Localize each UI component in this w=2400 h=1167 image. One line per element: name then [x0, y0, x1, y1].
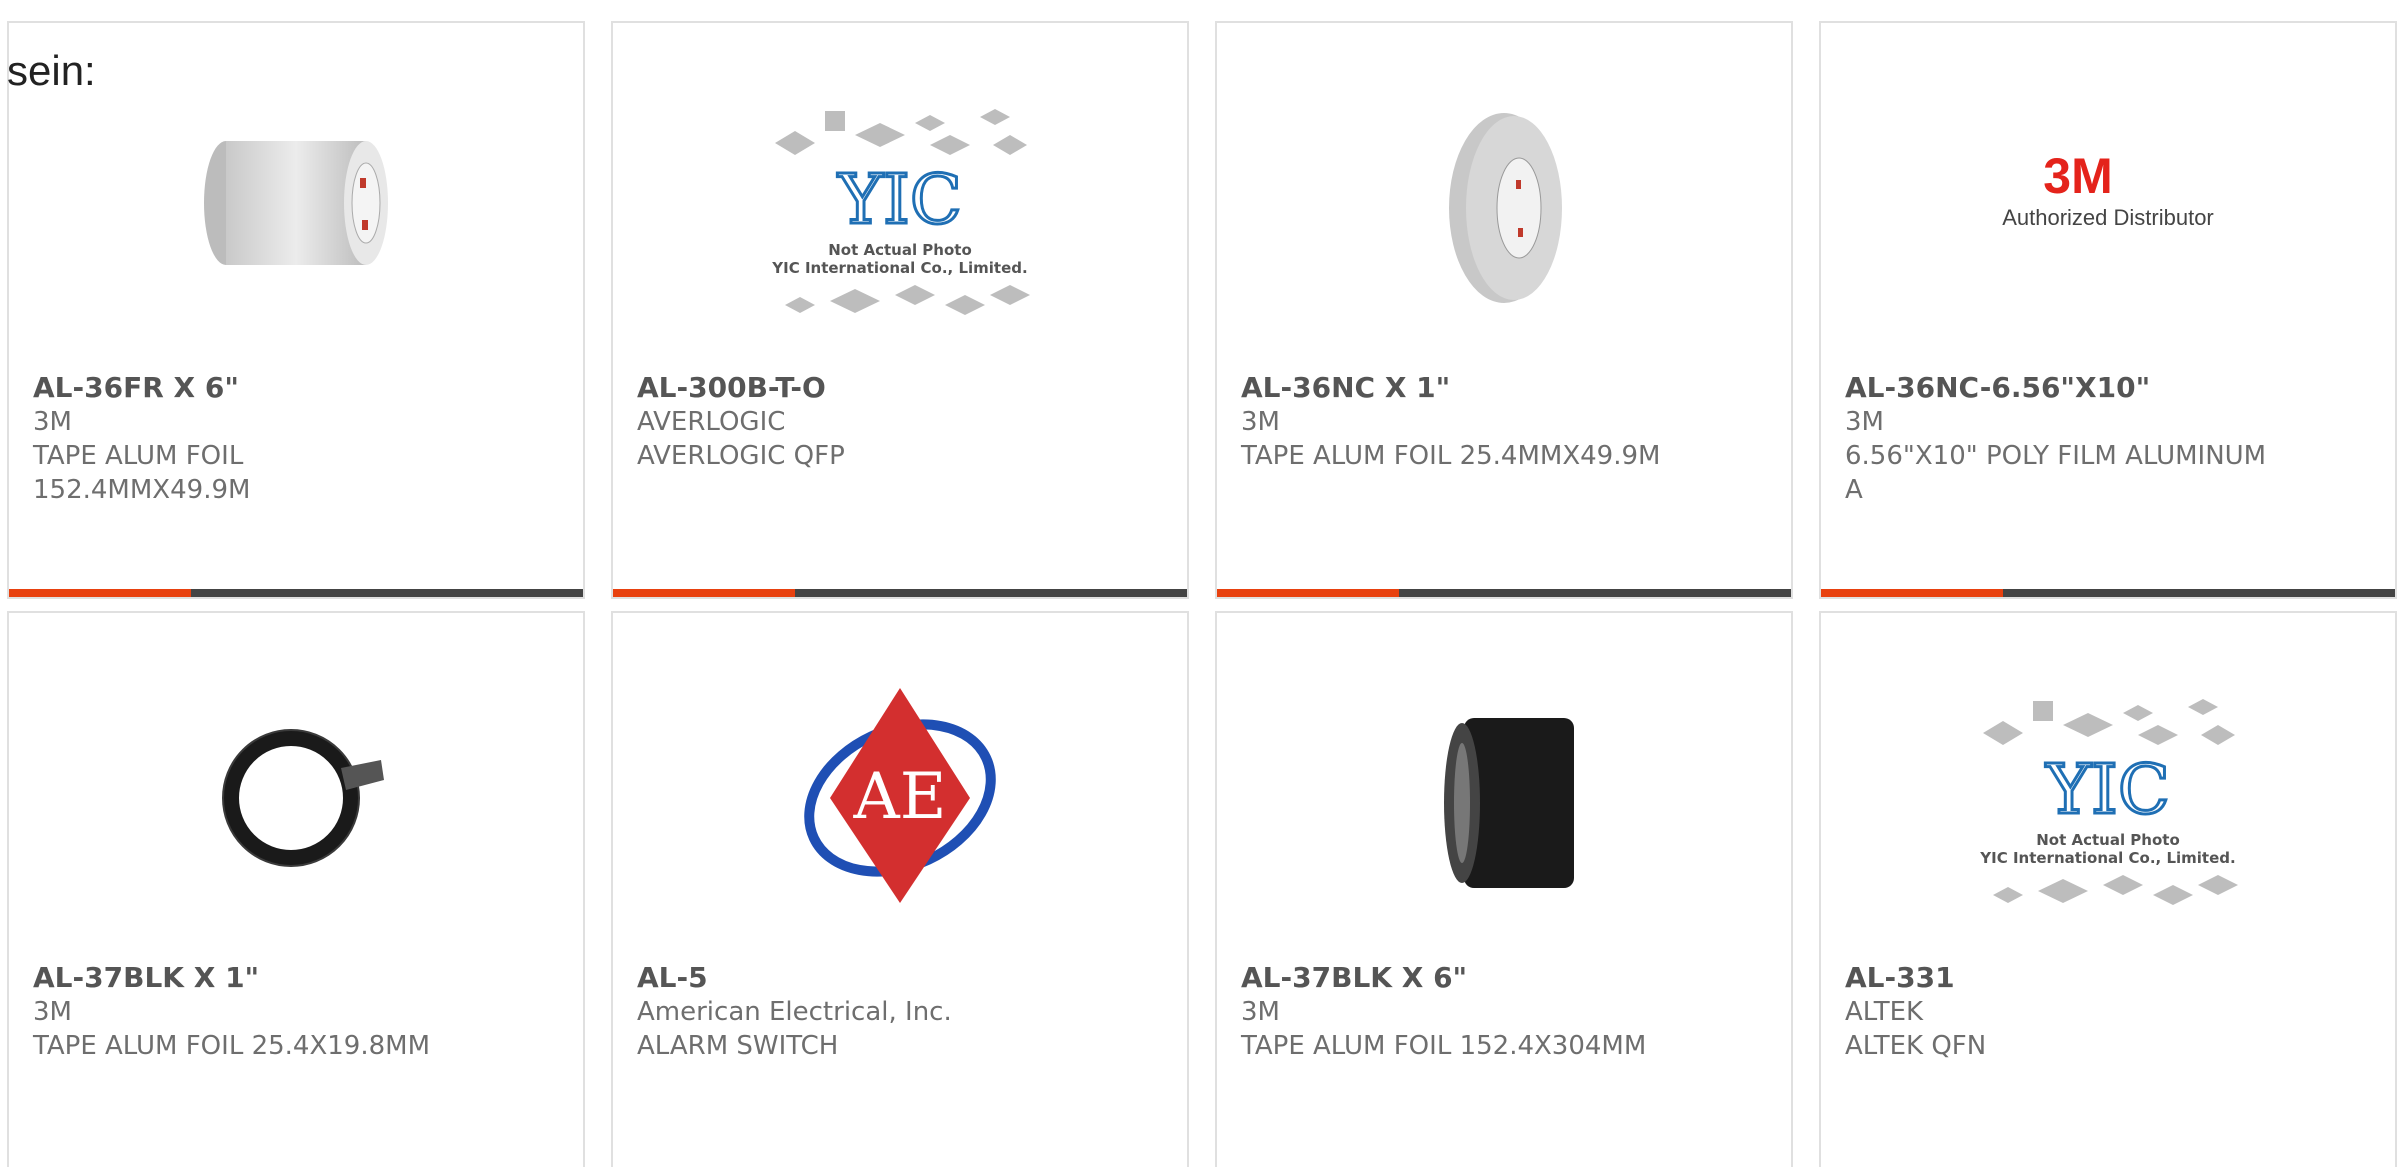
product-image-black-tape[interactable]	[151, 673, 441, 923]
card-bar-accent	[9, 589, 191, 597]
product-image-placeholder[interactable]: YIC Not Actual Photo YIC International C…	[755, 83, 1045, 333]
authorized-text: Authorized Distributor	[2002, 205, 2214, 230]
image-caption-2: YIC International Co., Limited.	[1979, 849, 2235, 867]
product-card[interactable]: 3M Authorized Distributor AL-36NC-6.56"X…	[1819, 21, 2397, 599]
manufacturer: 3M	[1241, 407, 1280, 437]
product-image-foil-roll[interactable]	[1359, 83, 1649, 333]
product-card[interactable]: AE AL-5 American Electrical, Inc. ALARM …	[611, 611, 1189, 1167]
card-bar-accent	[1217, 589, 1399, 597]
image-caption-1: Not Actual Photo	[2036, 831, 2180, 849]
yic-logo: YIC	[837, 161, 962, 240]
part-number[interactable]: AL-36NC-6.56"X10"	[1845, 371, 2371, 405]
part-number[interactable]: AL-5	[637, 961, 1163, 995]
leading-text: sein:	[7, 47, 96, 94]
card-bar-accent	[613, 589, 795, 597]
3m-logo: 3M	[2043, 148, 2112, 204]
manufacturer: American Electrical, Inc.	[637, 997, 952, 1027]
product-image-ae-logo[interactable]: AE	[755, 673, 1045, 923]
manufacturer: ALTEK	[1845, 997, 1924, 1027]
description: TAPE ALUM FOIL 152.4X304MM	[1241, 1031, 1647, 1061]
part-number[interactable]: AL-36FR X 6"	[33, 371, 559, 405]
part-number[interactable]: AL-36NC X 1"	[1241, 371, 1767, 405]
manufacturer: 3M	[1845, 407, 1884, 437]
product-card[interactable]: YIC Not Actual Photo YIC International C…	[1819, 611, 2397, 1167]
description: TAPE ALUM FOIL 25.4X19.8MM	[33, 1031, 431, 1061]
card-bar	[9, 589, 583, 597]
image-caption-1: Not Actual Photo	[828, 241, 972, 259]
card-bar	[1821, 589, 2395, 597]
description: AVERLOGIC QFP	[637, 441, 845, 471]
manufacturer: AVERLOGIC	[637, 407, 786, 437]
manufacturer: 3M	[1241, 997, 1280, 1027]
card-bar	[1217, 589, 1791, 597]
part-number[interactable]: AL-300B-T-O	[637, 371, 1163, 405]
description: TAPE ALUM FOIL 152.4MMX49.9M	[33, 441, 251, 505]
product-image-foil-roll[interactable]	[151, 83, 441, 333]
part-number[interactable]: AL-331	[1845, 961, 2371, 995]
product-card[interactable]: AL-37BLK X 6" 3M TAPE ALUM FOIL 152.4X30…	[1215, 611, 1793, 1167]
product-card[interactable]: AL-36NC X 1" 3M TAPE ALUM FOIL 25.4MMX49…	[1215, 21, 1793, 599]
card-bar	[613, 589, 1187, 597]
product-card[interactable]: AL-37BLK X 1" 3M TAPE ALUM FOIL 25.4X19.…	[7, 611, 585, 1167]
card-bar-accent	[1821, 589, 2003, 597]
product-card[interactable]: YIC Not Actual Photo YIC International C…	[611, 21, 1189, 599]
part-number[interactable]: AL-37BLK X 6"	[1241, 961, 1767, 995]
product-image-black-tape[interactable]	[1359, 673, 1649, 923]
description: ALTEK QFN	[1845, 1031, 1987, 1061]
yic-logo: YIC	[2045, 751, 2170, 830]
manufacturer: 3M	[33, 997, 72, 1027]
product-image-3m-authorized[interactable]: 3M Authorized Distributor	[1963, 83, 2253, 333]
product-image-placeholder[interactable]: YIC Not Actual Photo YIC International C…	[1963, 673, 2253, 923]
manufacturer: 3M	[33, 407, 72, 437]
product-card[interactable]: AL-36FR X 6" 3M TAPE ALUM FOIL 152.4MMX4…	[7, 21, 585, 599]
image-caption-2: YIC International Co., Limited.	[771, 259, 1027, 277]
description: 6.56"X10" POLY FILM ALUMINUM A	[1845, 441, 2267, 505]
part-number[interactable]: AL-37BLK X 1"	[33, 961, 559, 995]
description: TAPE ALUM FOIL 25.4MMX49.9M	[1241, 441, 1661, 471]
ae-logo-text: AE	[853, 760, 947, 834]
description: ALARM SWITCH	[637, 1031, 839, 1061]
